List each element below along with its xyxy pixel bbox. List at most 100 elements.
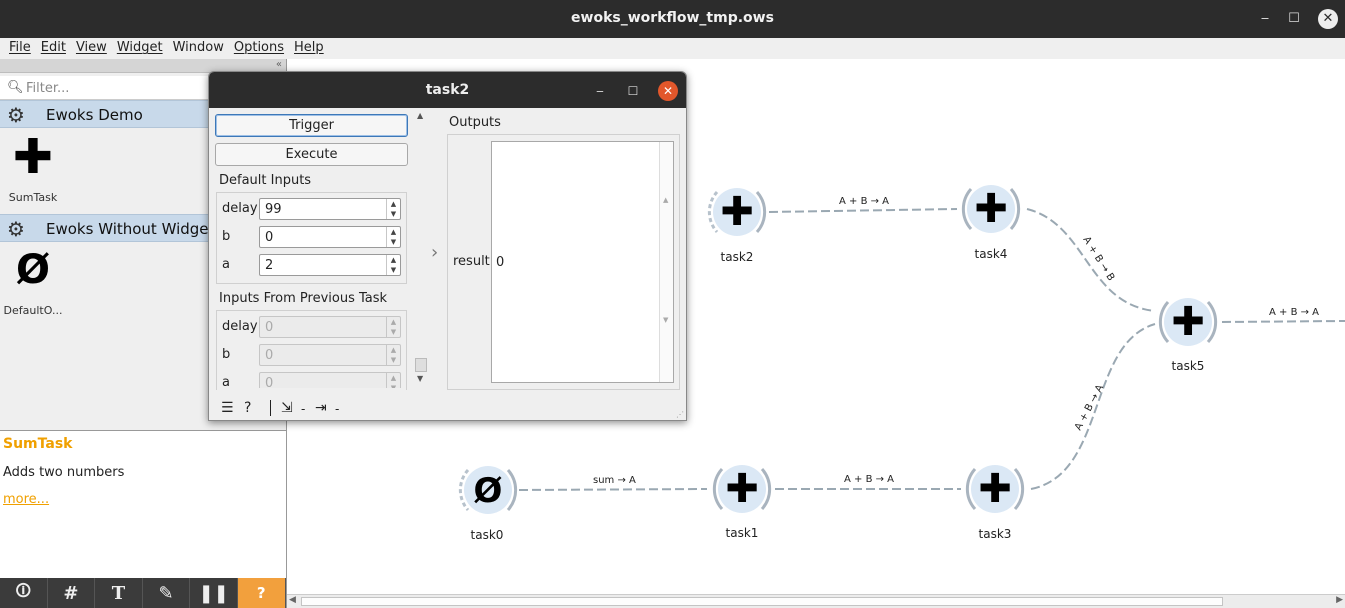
scroll-down-icon[interactable]: ▼ bbox=[663, 316, 668, 324]
link-task5-out bbox=[1221, 320, 1345, 323]
field-label: b bbox=[222, 347, 231, 362]
delay-spinbox[interactable]: 99 ▲ ▼ bbox=[259, 198, 401, 220]
output-value-area[interactable]: 0 ▲ ▼ bbox=[491, 141, 674, 383]
input-port-icon[interactable]: ⇲ bbox=[281, 400, 293, 416]
node-label: task0 bbox=[471, 528, 504, 542]
field-label: a bbox=[222, 375, 230, 388]
spin-value[interactable]: 99 bbox=[265, 202, 282, 217]
field-label: delay bbox=[222, 319, 258, 334]
canvas-horizontal-scrollbar[interactable]: ◀ ▶ bbox=[287, 594, 1345, 608]
task-window-titlebar[interactable]: task2 ‒ ☐ ✕ bbox=[209, 72, 686, 108]
collapse-dock-icon[interactable]: « bbox=[276, 59, 282, 70]
task-window-maximize-button[interactable]: ☐ bbox=[623, 81, 643, 101]
field-label: delay bbox=[222, 201, 258, 216]
menu-edit[interactable]: Edit bbox=[36, 38, 71, 59]
link-task0-task1 bbox=[518, 488, 708, 491]
spin-value: 0 bbox=[265, 376, 274, 388]
menubar: File Edit View Widget Window Options Hel… bbox=[0, 38, 1345, 59]
minimize-button[interactable]: ‒ bbox=[1255, 9, 1275, 29]
a-spinbox-disabled: 0 ▲ ▼ bbox=[259, 372, 401, 388]
gear-icon: ⚙ bbox=[7, 217, 25, 241]
menu-window[interactable]: Window bbox=[168, 38, 229, 59]
empty-set-icon: Ø bbox=[15, 247, 50, 293]
outputs-label: Outputs bbox=[449, 115, 501, 130]
default-inputs-label: Default Inputs bbox=[219, 173, 312, 188]
spin-arrows-icon: ▲ ▼ bbox=[386, 345, 400, 365]
b-spinbox[interactable]: 0 ▲ ▼ bbox=[259, 226, 401, 248]
input-count: - bbox=[301, 402, 306, 416]
execute-button[interactable]: Execute bbox=[215, 143, 408, 166]
scroll-thumb[interactable] bbox=[415, 358, 427, 372]
menu-options[interactable]: Options bbox=[229, 38, 289, 59]
scroll-thumb[interactable] bbox=[301, 597, 1223, 606]
output-scrollbar[interactable]: ▲ ▼ bbox=[659, 142, 673, 382]
spin-arrows-icon[interactable]: ▲ ▼ bbox=[386, 227, 400, 247]
maximize-button[interactable]: ☐ bbox=[1284, 9, 1304, 29]
node-task5: ✚ task5 bbox=[1158, 298, 1218, 373]
plus-icon: ✚ bbox=[725, 466, 759, 512]
task-window-footer: ☰ ? ⇲ - ⇥ - bbox=[209, 397, 686, 420]
a-spinbox[interactable]: 2 ▲ ▼ bbox=[259, 254, 401, 276]
field-label: a bbox=[222, 257, 230, 272]
category-label: Ewoks Without Widgets bbox=[46, 220, 223, 238]
spin-value[interactable]: 2 bbox=[265, 258, 273, 273]
more-link[interactable]: more... bbox=[3, 492, 49, 507]
task-window-minimize-button[interactable]: ‒ bbox=[590, 81, 610, 101]
link-label: A + B → A bbox=[839, 196, 889, 207]
widget-sumtask[interactable]: ✚ SumTask bbox=[0, 131, 68, 204]
link-label: A + B → A bbox=[1269, 307, 1319, 318]
scroll-up-icon[interactable]: ▲ bbox=[663, 196, 668, 204]
plus-icon: ✚ bbox=[974, 186, 1008, 232]
widget-name: DefaultO... bbox=[3, 304, 63, 317]
menu-help[interactable]: Help bbox=[289, 38, 329, 59]
output-port-icon[interactable]: ⇥ bbox=[315, 400, 327, 416]
spin-arrows-icon[interactable]: ▲ ▼ bbox=[386, 255, 400, 275]
menu-icon[interactable]: ☰ bbox=[221, 400, 234, 416]
spin-value[interactable]: 0 bbox=[265, 230, 273, 245]
scroll-left-icon[interactable]: ◀ bbox=[289, 595, 296, 605]
previous-inputs-label: Inputs From Previous Task bbox=[219, 291, 388, 306]
chevron-right-icon[interactable]: › bbox=[431, 242, 438, 263]
empty-set-icon: Ø bbox=[474, 471, 503, 511]
node-label: task5 bbox=[1172, 359, 1205, 373]
help-icon[interactable]: ? bbox=[237, 578, 286, 608]
node-task1: ✚ task1 bbox=[712, 465, 772, 540]
widget-description: SumTask Adds two numbers more... bbox=[0, 430, 286, 578]
menu-widget[interactable]: Widget bbox=[112, 38, 168, 59]
search-icon: 🔍︎ bbox=[7, 80, 24, 95]
plus-icon: ✚ bbox=[1171, 299, 1205, 345]
node-label: task1 bbox=[726, 526, 759, 540]
node-label: task2 bbox=[721, 250, 754, 264]
menu-file[interactable]: File bbox=[4, 38, 36, 59]
inputs-vertical-scrollbar[interactable]: ▲ ▼ bbox=[414, 109, 429, 385]
plus-icon: ✚ bbox=[12, 129, 54, 185]
trigger-button[interactable]: Trigger bbox=[215, 114, 408, 137]
grid-icon[interactable]: # bbox=[48, 578, 96, 608]
window-titlebar: ewoks_workflow_tmp.ows ‒ ☐ ✕ bbox=[0, 0, 1345, 38]
scroll-right-icon[interactable]: ▶ bbox=[1336, 595, 1343, 605]
help-icon[interactable]: ? bbox=[244, 400, 251, 416]
widget-defaultoutputs[interactable]: Ø DefaultO... bbox=[0, 244, 68, 317]
link-task4-task5 bbox=[1026, 208, 1156, 312]
close-button[interactable]: ✕ bbox=[1318, 9, 1338, 29]
task-window-close-button[interactable]: ✕ bbox=[658, 81, 678, 101]
window-title: ewoks_workflow_tmp.ows bbox=[571, 10, 774, 26]
menu-view[interactable]: View bbox=[71, 38, 112, 59]
resize-grip-icon[interactable]: ⋰ bbox=[676, 410, 684, 419]
pause-icon[interactable]: ❚❚ bbox=[190, 578, 238, 608]
spin-arrows-icon[interactable]: ▲ ▼ bbox=[386, 199, 400, 219]
info-icon[interactable]: 🛈 bbox=[0, 578, 48, 608]
b-spinbox-disabled: 0 ▲ ▼ bbox=[259, 344, 401, 366]
scroll-up-icon[interactable]: ▲ bbox=[417, 111, 423, 120]
spin-value: 0 bbox=[265, 348, 274, 363]
arrow-annotation-icon[interactable]: ✎ bbox=[143, 578, 191, 608]
task-window: task2 ‒ ☐ ✕ Trigger Execute Default Inpu… bbox=[208, 71, 687, 421]
widget-name: SumTask bbox=[8, 191, 58, 204]
delay-spinbox-disabled: 0 ▲ ▼ bbox=[259, 316, 401, 338]
text-annotation-icon[interactable]: T bbox=[95, 578, 143, 608]
category-label: Ewoks Demo bbox=[46, 106, 143, 124]
scroll-down-icon[interactable]: ▼ bbox=[417, 374, 423, 383]
node-task2: ✚ task2 bbox=[707, 188, 767, 264]
link-task2-task4 bbox=[768, 208, 958, 213]
output-name: result bbox=[453, 254, 490, 269]
